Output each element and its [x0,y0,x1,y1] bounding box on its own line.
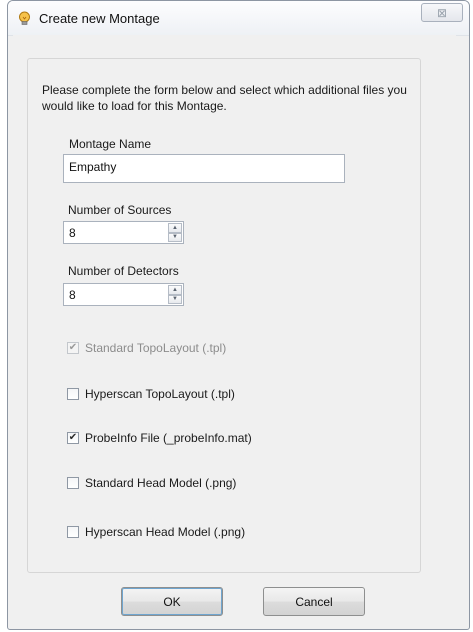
lightbulb-icon [17,11,32,26]
hyperscan-head-model-label[interactable]: Hyperscan Head Model (.png) [85,525,245,539]
check-standard-head-model[interactable] [67,477,79,489]
standard-topolayout-label: Standard TopoLayout (.tpl) [85,341,227,355]
montage-name-input[interactable]: Empathy [63,154,345,183]
montage-name-label: Montage Name [69,137,152,151]
hyperscan-topolayout-label[interactable]: Hyperscan TopoLayout (.tpl) [85,387,235,401]
detectors-value: 8 [69,288,76,302]
form-group-box [27,58,421,573]
checkbox-probeinfo-file[interactable]: ✔ ProbeInfo File (_probeInfo.mat) [67,431,252,445]
checkmark-icon: ✔ [68,432,78,443]
window-title: Create new Montage [39,11,160,26]
check-hyperscan-topolayout[interactable] [67,388,79,400]
sources-spinner[interactable]: 8 ▲ ▼ [63,221,184,244]
checkbox-standard-head-model[interactable]: Standard Head Model (.png) [67,476,236,490]
detectors-label: Number of Detectors [68,264,179,278]
sources-down-arrow-icon[interactable]: ▼ [168,232,182,242]
sources-label: Number of Sources [68,203,172,217]
cancel-button[interactable]: Cancel [263,587,365,616]
checkbox-hyperscan-topolayout[interactable]: Hyperscan TopoLayout (.tpl) [67,387,235,401]
standard-head-model-label[interactable]: Standard Head Model (.png) [85,476,236,490]
detectors-up-arrow-icon[interactable]: ▲ [168,285,182,295]
instruction-text: Please complete the form below and selec… [42,83,407,113]
close-icon: ⊠ [436,5,448,20]
probeinfo-file-label[interactable]: ProbeInfo File (_probeInfo.mat) [85,431,252,445]
check-hyperscan-head-model[interactable] [67,526,79,538]
close-button[interactable]: ⊠ [421,3,463,22]
title-bar[interactable]: Create new Montage ⊠ [8,1,469,36]
check-standard-topolayout: ✔ [67,342,79,354]
detectors-down-arrow-icon[interactable]: ▼ [168,294,182,304]
check-probeinfo-file[interactable]: ✔ [67,432,79,444]
ok-button[interactable]: OK [121,587,223,616]
sources-value: 8 [69,226,76,240]
detectors-spinner[interactable]: 8 ▲ ▼ [63,283,184,306]
checkbox-hyperscan-head-model[interactable]: Hyperscan Head Model (.png) [67,525,245,539]
sources-up-arrow-icon[interactable]: ▲ [168,223,182,233]
checkmark-icon: ✔ [68,342,78,353]
checkbox-standard-topolayout: ✔ Standard TopoLayout (.tpl) [67,341,226,355]
